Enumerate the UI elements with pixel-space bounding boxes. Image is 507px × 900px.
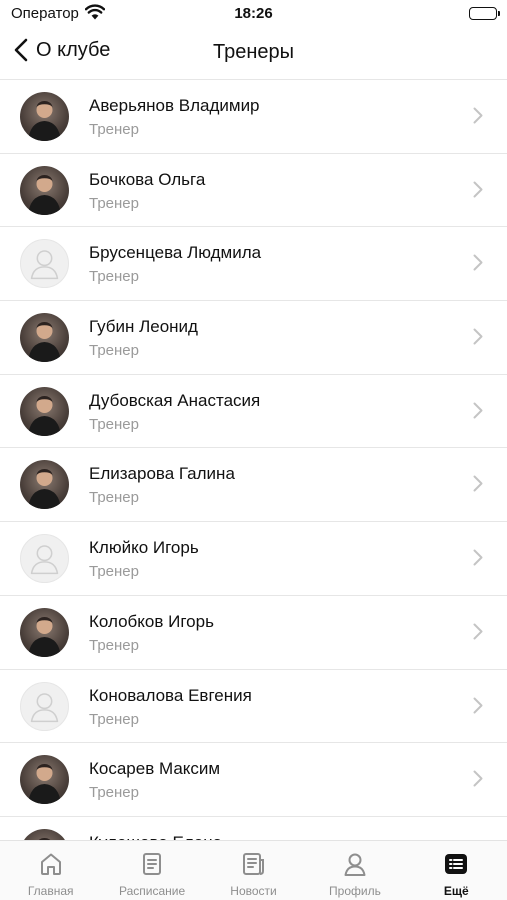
- home-icon: [38, 851, 64, 882]
- trainer-row[interactable]: Клюйко Игорь Тренер: [0, 522, 507, 596]
- tab-label: Главная: [27, 884, 74, 898]
- trainer-row[interactable]: Кулешова ЕленаТренер: [0, 817, 507, 840]
- avatar: [20, 386, 69, 436]
- chevron-right-icon: [473, 181, 483, 203]
- tab-label: Профиль: [329, 884, 381, 898]
- trainer-row[interactable]: Коновалова Евгения Тренер: [0, 670, 507, 744]
- tab-schedule[interactable]: Расписание: [101, 841, 202, 900]
- trainer-role: Тренер: [89, 563, 139, 581]
- trainer-row[interactable]: Бочкова Ольга Тренер: [0, 154, 507, 228]
- trainer-role: Тренер: [89, 489, 139, 507]
- trainer-name: Косарев Максим: [89, 759, 221, 779]
- trainer-role: Тренер: [89, 268, 139, 286]
- trainer-row[interactable]: Дубовская Анастасия Тренер: [0, 375, 507, 449]
- trainer-name: Коновалова Евгения: [89, 685, 252, 705]
- trainer-role: Тренер: [89, 194, 139, 212]
- tab-label: Расписание: [119, 884, 186, 898]
- trainer-row[interactable]: Колобков Игорь Тренер: [0, 596, 507, 670]
- tab-more[interactable]: Ещё: [406, 841, 507, 900]
- trainer-name: Клюйко Игорь: [89, 538, 199, 558]
- chevron-right-icon: [473, 549, 483, 571]
- trainer-name: Брусенцева Людмила: [89, 243, 262, 263]
- avatar: [20, 313, 69, 363]
- trainer-row[interactable]: Косарев Максим Тренер: [0, 743, 507, 817]
- tab-label: Новости: [230, 884, 277, 898]
- trainer-name: Кулешова Елена: [89, 833, 222, 840]
- trainer-role: Тренер: [89, 342, 139, 360]
- tab-home[interactable]: Главная: [0, 841, 101, 900]
- avatar-placeholder-icon: [20, 239, 69, 289]
- trainer-name: Бочкова Ольга: [89, 169, 206, 189]
- chevron-right-icon: [473, 623, 483, 645]
- trainer-name: Елизарова Галина: [89, 464, 235, 484]
- profile-icon: [342, 851, 368, 882]
- clock: 18:26: [234, 5, 273, 22]
- tab-news[interactable]: Новости: [203, 841, 304, 900]
- avatar: [20, 92, 69, 141]
- trainer-name: Колобков Игорь: [89, 611, 214, 631]
- news-icon: [241, 851, 267, 882]
- chevron-right-icon: [473, 328, 483, 350]
- trainer-row[interactable]: Брусенцева Людмила Тренер: [0, 227, 507, 302]
- page-title: Тренеры: [212, 41, 294, 63]
- chevron-right-icon: [473, 254, 483, 276]
- trainer-row[interactable]: Елизарова Галина Тренер: [0, 448, 507, 523]
- schedule-icon: [139, 851, 165, 882]
- trainer-name: Дубовская Анастасия: [89, 390, 261, 410]
- trainer-row[interactable]: Аверьянов Владимир Тренер: [0, 80, 507, 154]
- trainer-role: Тренер: [89, 636, 139, 654]
- avatar: [20, 460, 69, 510]
- chevron-right-icon: [473, 770, 483, 792]
- tab-label: Ещё: [443, 884, 469, 898]
- trainer-name: Губин Леонид: [89, 317, 198, 337]
- chevron-right-icon: [473, 402, 483, 424]
- avatar: [20, 755, 69, 805]
- trainer-row[interactable]: Губин Леонид Тренер: [0, 301, 507, 375]
- more-icon: [443, 851, 469, 882]
- chevron-right-icon: [473, 697, 483, 719]
- tab-profile[interactable]: Профиль: [304, 841, 405, 900]
- battery-icon: [469, 7, 500, 20]
- chevron-right-icon: [473, 107, 483, 129]
- status-bar: Оператор 18:26: [0, 0, 507, 30]
- trainer-role: Тренер: [89, 710, 139, 728]
- tab-bar: Главная Расписание Новости Профиль Ещё: [0, 840, 507, 900]
- avatar: [20, 607, 69, 657]
- avatar-placeholder-icon: [20, 681, 69, 731]
- trainer-name: Аверьянов Владимир: [89, 96, 260, 115]
- trainer-role: Тренер: [89, 121, 139, 138]
- trainer-role: Тренер: [89, 784, 139, 802]
- trainer-role: Тренер: [89, 415, 139, 433]
- navigation-bar: О клубе Тренеры: [0, 30, 507, 78]
- chevron-right-icon: [473, 475, 483, 497]
- avatar: [20, 828, 69, 840]
- trainer-list[interactable]: Аверьянов Владимир Тренер Бочкова Ольга Тре…: [0, 79, 507, 840]
- avatar: [20, 165, 69, 215]
- avatar-placeholder-icon: [20, 534, 69, 584]
